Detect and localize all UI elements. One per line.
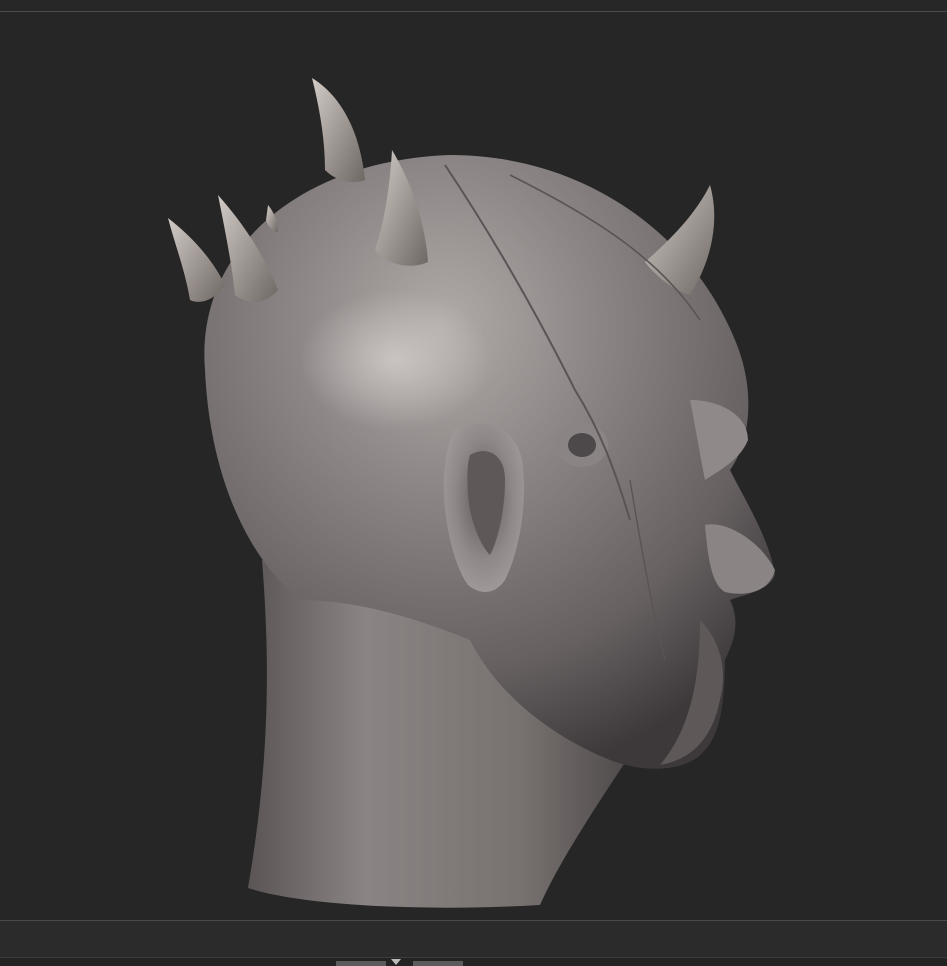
skull-highlight — [300, 290, 490, 430]
scroll-handle-right[interactable] — [413, 961, 463, 966]
horn-4 — [168, 218, 225, 302]
zbrush-viewport[interactable] — [0, 0, 947, 966]
scroll-handle-left[interactable] — [336, 961, 386, 966]
triangle-down-icon[interactable] — [391, 959, 401, 965]
horn-1 — [312, 78, 365, 182]
horizontal-scroll-rail[interactable] — [0, 958, 947, 966]
status-bar — [0, 921, 947, 958]
sculpted-head-model[interactable] — [0, 0, 947, 966]
